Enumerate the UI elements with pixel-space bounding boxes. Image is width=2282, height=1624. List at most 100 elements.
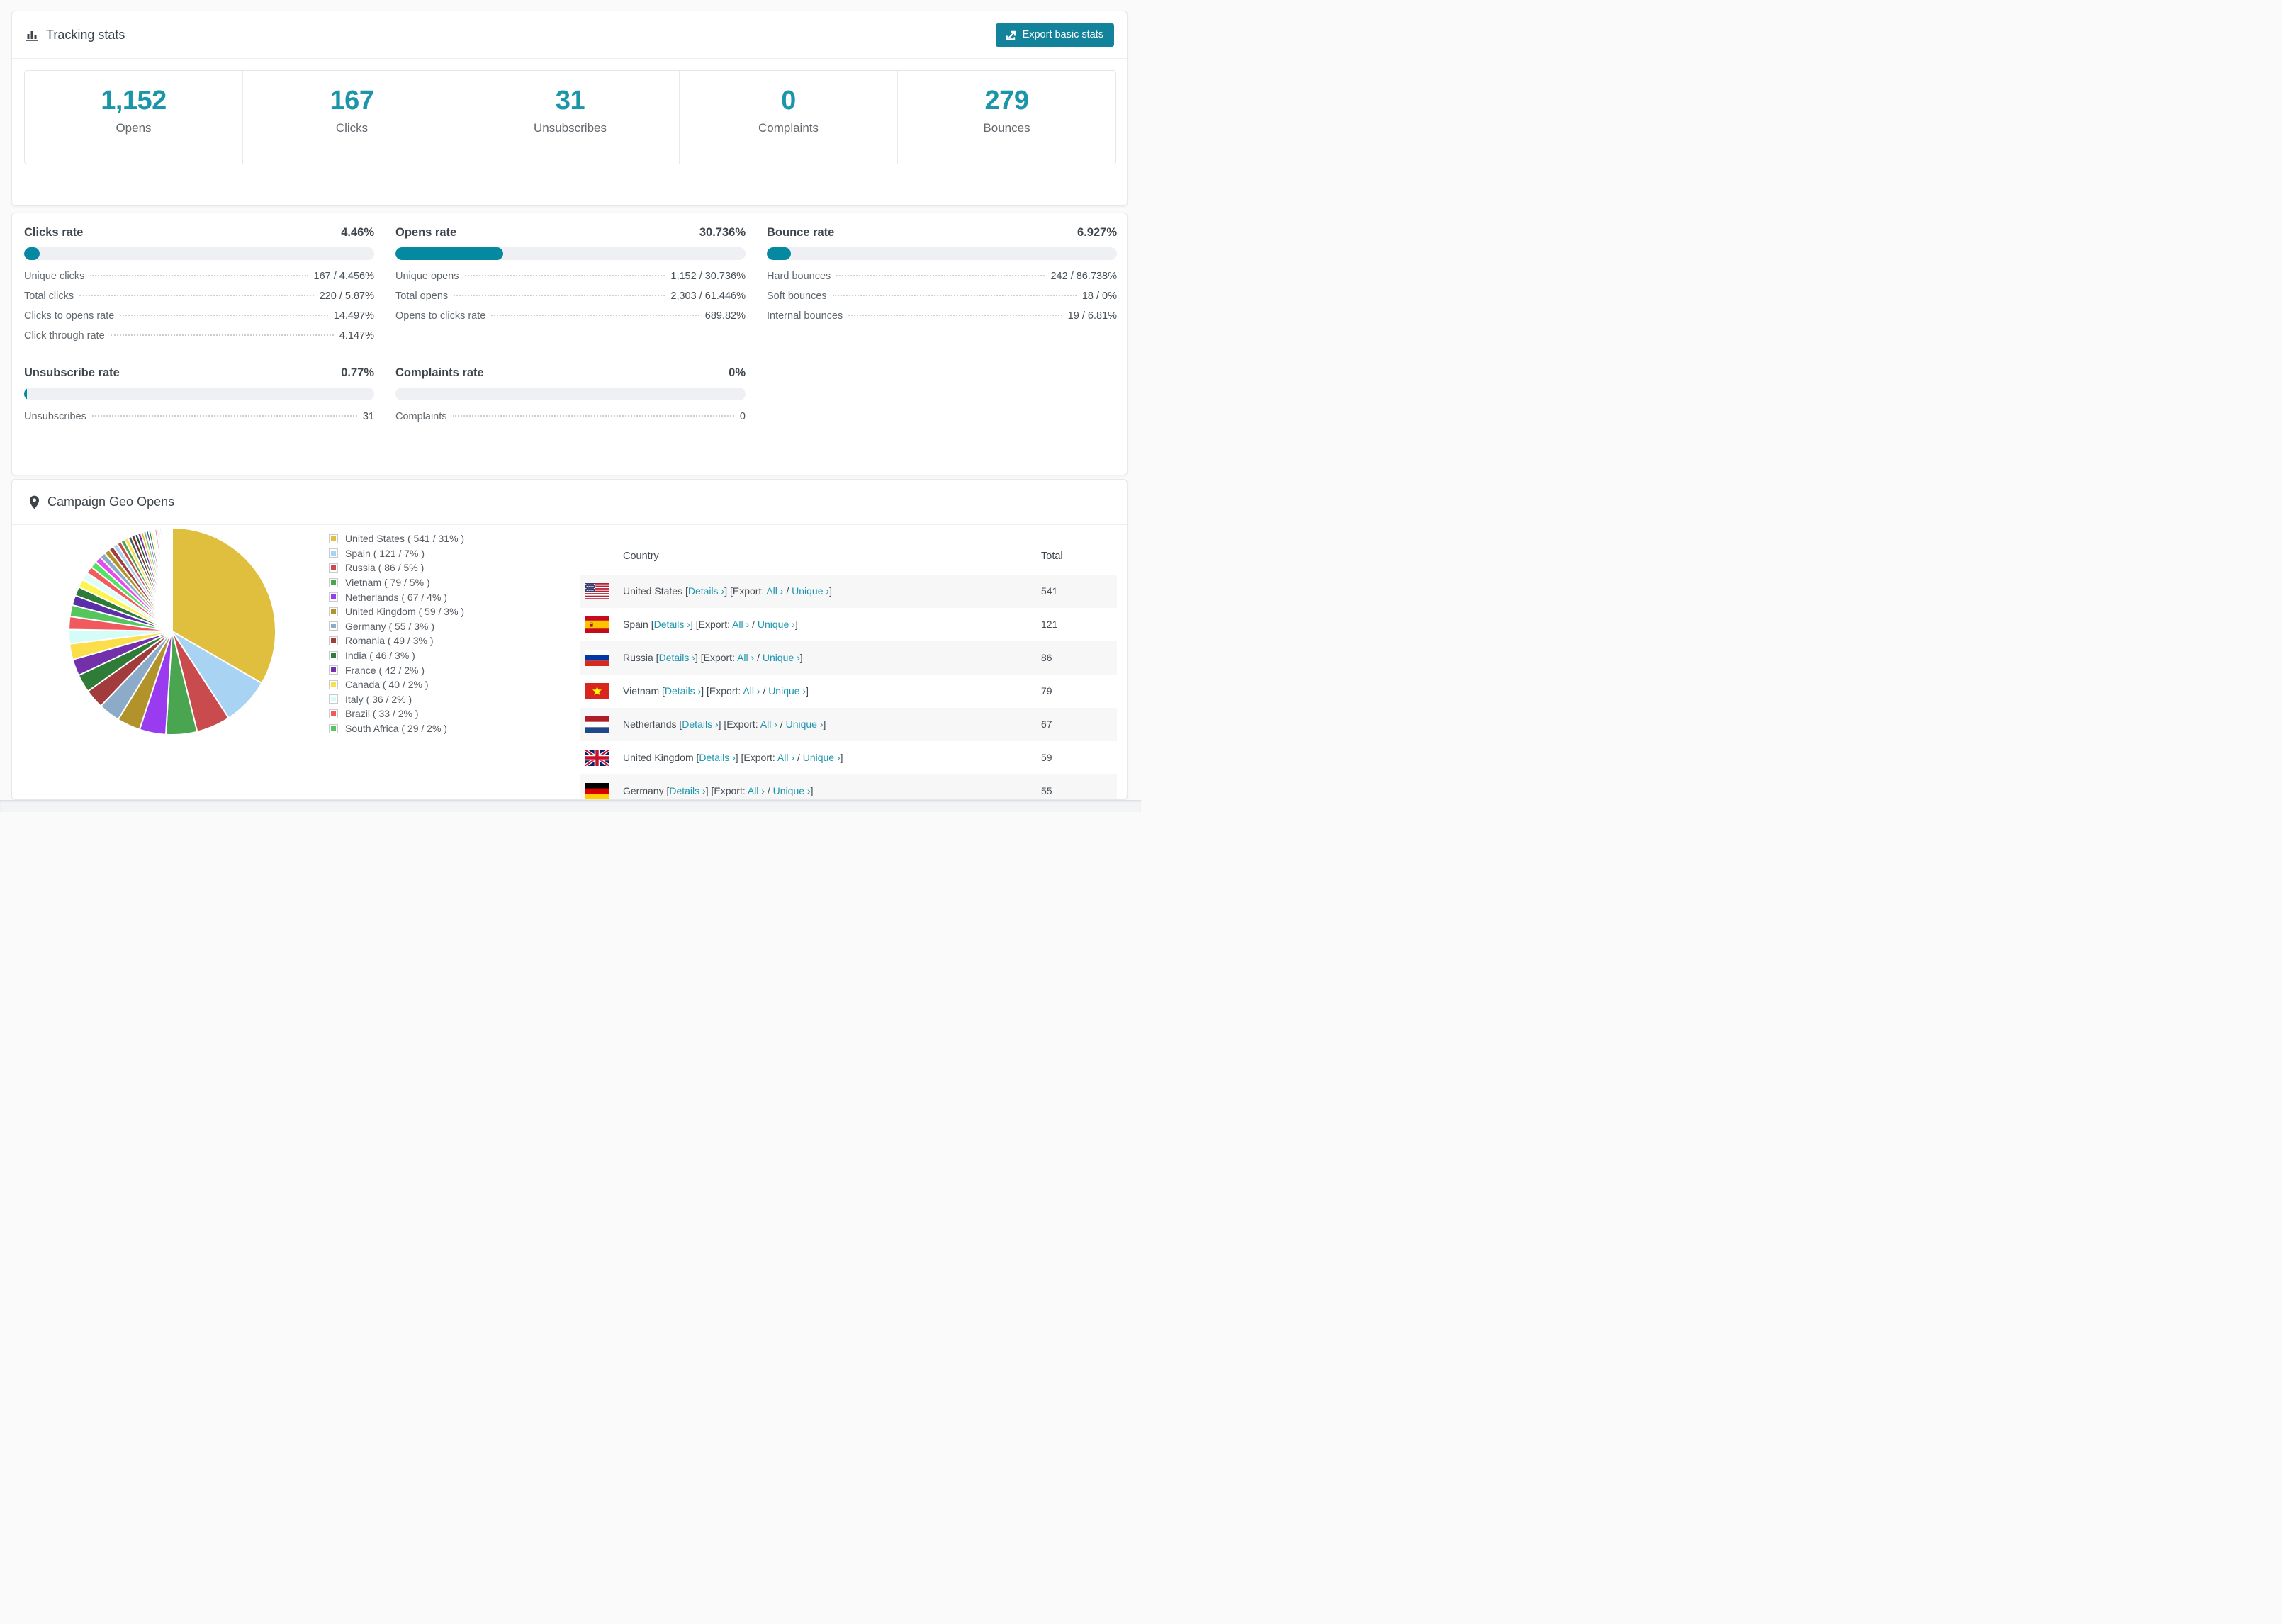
rate-stat-value: 2,303 / 61.446% <box>670 291 746 302</box>
rate-panel-complaints-rate: Complaints rate 0% Complaints 0 <box>395 366 746 431</box>
geo-opens-pie-chart <box>66 525 279 738</box>
country-total: 59 <box>1041 752 1052 763</box>
flag-nl-icon <box>585 716 609 733</box>
summary-stat-label: Opens <box>116 121 152 135</box>
summary-stat-value: 0 <box>781 86 796 115</box>
rate-stat-label: Opens to clicks rate <box>395 310 486 322</box>
rate-stat-label: Clicks to opens rate <box>24 310 115 322</box>
rate-value: 0% <box>729 366 746 379</box>
legend-item: Vietnam ( 79 / 5% ) <box>329 575 464 590</box>
tracking-stats-header: Tracking stats Export basic stats <box>12 11 1127 59</box>
export-all-link[interactable]: All › <box>766 585 783 597</box>
export-unique-link[interactable]: Unique › <box>773 785 811 796</box>
legend-label: Canada ( 40 / 2% ) <box>345 679 429 691</box>
rate-stat-label: Internal bounces <box>767 310 843 322</box>
rate-value: 4.46% <box>341 226 374 239</box>
rate-stat-row: Soft bounces 18 / 0% <box>767 291 1117 310</box>
dotted-leader <box>491 315 699 316</box>
rate-progress-track <box>395 247 746 260</box>
rates-card: Clicks rate 4.46% Unique clicks 167 / 4.456… <box>11 213 1128 475</box>
details-link[interactable]: Details › <box>699 752 735 763</box>
country-name: Vietnam <box>623 685 660 697</box>
export-basic-stats-button[interactable]: Export basic stats <box>995 23 1114 47</box>
details-link[interactable]: Details › <box>688 585 724 597</box>
legend-item: Brazil ( 33 / 2% ) <box>329 706 464 721</box>
rate-panel-bounce-rate: Bounce rate 6.927% Hard bounces 242 / 86.73… <box>767 226 1117 330</box>
legend-swatch <box>329 607 338 616</box>
rate-stat-value: 0 <box>739 411 746 422</box>
details-link[interactable]: Details › <box>682 718 718 730</box>
export-unique-link[interactable]: Unique › <box>763 652 800 663</box>
country-name: United Kingdom <box>623 752 694 763</box>
export-unique-link[interactable]: Unique › <box>786 718 824 730</box>
summary-stat-cell: 167 Clicks <box>243 71 461 164</box>
rate-stat-label: Total clicks <box>24 291 74 302</box>
rate-value: 0.77% <box>341 366 374 379</box>
export-unique-link[interactable]: Unique › <box>792 585 829 597</box>
page-bottom-area <box>0 800 1141 812</box>
export-all-link[interactable]: All › <box>748 785 765 796</box>
export-unique-link[interactable]: Unique › <box>758 619 795 630</box>
rate-panel-unsubscribe-rate: Unsubscribe rate 0.77% Unsubscribes 31 <box>24 366 374 431</box>
export-icon <box>1006 30 1017 40</box>
card-title-geo: Campaign Geo Opens <box>47 495 175 509</box>
legend-label: Netherlands ( 67 / 4% ) <box>345 591 447 603</box>
rate-stat-row: Click through rate 4.147% <box>24 330 374 350</box>
flag-de-icon <box>585 783 609 799</box>
legend-item: Romania ( 49 / 3% ) <box>329 633 464 648</box>
export-button-label: Export basic stats <box>1022 29 1103 40</box>
country-total: 86 <box>1041 652 1052 663</box>
geo-opens-header: Campaign Geo Opens <box>12 480 1127 525</box>
rate-stat-row: Unique clicks 167 / 4.456% <box>24 271 374 291</box>
details-link[interactable]: Details › <box>659 652 695 663</box>
legend-label: Russia ( 86 / 5% ) <box>345 562 425 574</box>
dotted-leader <box>848 315 1062 316</box>
rate-stat-value: 4.147% <box>339 330 374 342</box>
rate-progress-fill <box>24 388 28 400</box>
export-all-link[interactable]: All › <box>732 619 749 630</box>
rate-title: Opens rate <box>395 226 457 239</box>
rate-stat-label: Soft bounces <box>767 291 827 302</box>
rate-stat-label: Unsubscribes <box>24 411 86 422</box>
legend-swatch <box>329 665 338 675</box>
legend-swatch <box>329 694 338 704</box>
export-all-link[interactable]: All › <box>777 752 794 763</box>
rate-stat-label: Click through rate <box>24 330 105 342</box>
dotted-leader <box>91 415 357 417</box>
details-link[interactable]: Details › <box>669 785 705 796</box>
legend-label: India ( 46 / 3% ) <box>345 650 415 662</box>
details-link[interactable]: Details › <box>654 619 690 630</box>
legend-swatch <box>329 723 338 733</box>
rate-title: Clicks rate <box>24 226 84 239</box>
summary-stat-label: Unsubscribes <box>534 121 607 135</box>
pie-legend: United States ( 541 / 31% ) Spain ( 121 /… <box>329 531 464 735</box>
rate-stat-value: 242 / 86.738% <box>1050 271 1117 282</box>
legend-label: Brazil ( 33 / 2% ) <box>345 708 419 720</box>
export-unique-link[interactable]: Unique › <box>768 685 806 697</box>
export-all-link[interactable]: All › <box>743 685 760 697</box>
legend-swatch <box>329 650 338 660</box>
dotted-leader <box>832 295 1077 296</box>
country-total: 79 <box>1041 685 1052 697</box>
legend-swatch <box>329 548 338 558</box>
legend-item: India ( 46 / 3% ) <box>329 648 464 663</box>
geo-table-row: United Kingdom [Details ›] [Export: All … <box>580 741 1117 774</box>
export-all-link[interactable]: All › <box>760 718 777 730</box>
dotted-leader <box>836 275 1045 276</box>
rate-progress-track <box>24 388 374 400</box>
legend-swatch <box>329 709 338 718</box>
rate-title: Complaints rate <box>395 366 484 379</box>
geo-table-row: United States [Details ›] [Export: All ›… <box>580 575 1117 608</box>
rate-stat-row: Clicks to opens rate 14.497% <box>24 310 374 330</box>
country-total: 121 <box>1041 619 1058 630</box>
country-name: Spain <box>623 619 648 630</box>
export-all-link[interactable]: All › <box>737 652 754 663</box>
dotted-leader <box>90 275 308 276</box>
rate-stat-value: 167 / 4.456% <box>313 271 374 282</box>
legend-item: France ( 42 / 2% ) <box>329 662 464 677</box>
country-name: Netherlands <box>623 718 677 730</box>
export-unique-link[interactable]: Unique › <box>803 752 841 763</box>
tracking-stats-card: Tracking stats Export basic stats 1,152 O… <box>11 11 1128 206</box>
legend-item: Russia ( 86 / 5% ) <box>329 560 464 575</box>
details-link[interactable]: Details › <box>665 685 701 697</box>
